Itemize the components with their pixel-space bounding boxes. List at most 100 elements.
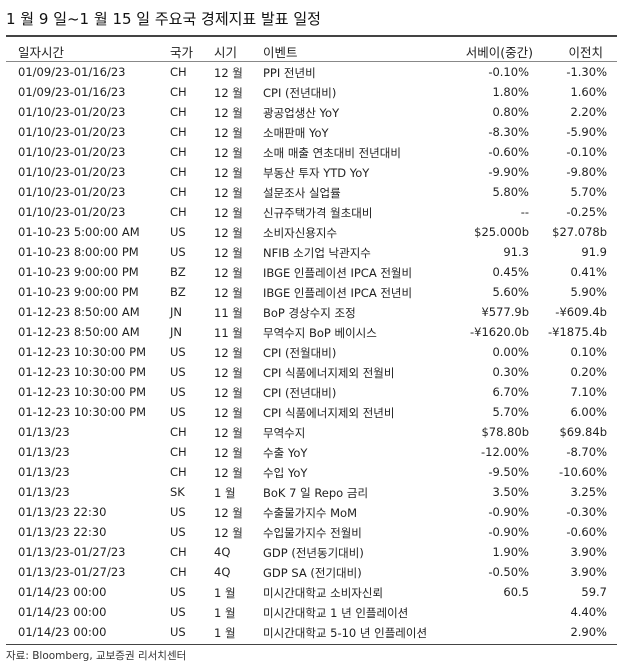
header-prior: 이전치 [568,45,603,60]
cell-datetime: 01-10-23 9:00:00 PM [18,265,139,279]
cell-datetime: 01-12-23 8:50:00 AM [18,305,140,319]
cell-period: 12 월 [214,86,243,100]
cell-prior: 3.90% [570,565,607,579]
cell-estimate: -0.10% [488,65,529,79]
cell-estimate: -- [520,205,529,219]
cell-event: CPI 식품에너지제외 전월비 [263,366,395,380]
table-row: 01/10/23-01/20/23 CH 12 월 소매판매 YoY -8.30% -5.… [6,122,617,142]
table-row: 01/13/23 CH 12 월 무역수지 $78.80b $69.84b [6,422,617,442]
cell-datetime: 01-10-23 9:00:00 PM [18,285,139,299]
cell-country: US [170,365,186,379]
economic-calendar: 1 월 9 일~1 월 15 일 주요국 경제지표 발표 일정 일자시간 국가 … [0,0,623,669]
cell-prior: -0.10% [566,145,607,159]
cell-event: 소비자신용지수 [263,226,338,240]
cell-period: 12 월 [214,286,243,300]
cell-period: 12 월 [214,426,243,440]
cell-event: 광공업생산 YoY [263,106,340,120]
cell-prior: -8.70% [566,445,607,459]
cell-country: CH [170,105,187,119]
cell-event: CPI (전년대비) [263,86,337,100]
cell-event: 미시간대학교 5-10 년 인플레이션 [263,626,428,640]
cell-event: IBGE 인플레이션 IPCA 전월비 [263,266,413,280]
cell-period: 12 월 [214,386,243,400]
cell-event: 수출물가지수 MoM [263,506,358,520]
cell-country: CH [170,445,187,459]
cell-datetime: 01-12-23 10:30:00 PM [18,385,147,399]
table-row: 01/13/23-01/27/23 CH 4Q GDP (전년동기대비) 1.90% 3.… [6,542,617,562]
cell-country: US [170,605,186,619]
cell-estimate: 5.60% [492,285,529,299]
page-title: 1 월 9 일~1 월 15 일 주요국 경제지표 발표 일정 [6,10,321,28]
table-row: 01/10/23-01/20/23 CH 12 월 설문조사 실업률 5.80% 5.70… [6,182,617,202]
cell-event: NFIB 소기업 낙관지수 [263,246,371,260]
cell-prior: 91.9 [581,245,607,259]
cell-event: BoP 경상수지 조정 [263,306,356,320]
cell-estimate: $78.80b [481,425,529,439]
cell-event: 신규주택가격 월초대비 [263,206,373,220]
table-row: 01-10-23 9:00:00 PM BZ 12 월 IBGE 인플레이션 IPCA… [6,262,617,282]
cell-datetime: 01/13/23 [18,465,70,479]
cell-country: US [170,585,186,599]
cell-country: US [170,345,186,359]
table-row: 01/10/23-01/20/23 CH 12 월 광공업생산 YoY 0.80% 2.2… [6,102,617,122]
cell-estimate: 5.70% [492,405,529,419]
cell-country: CH [170,85,187,99]
cell-estimate: -9.90% [488,165,529,179]
cell-datetime: 01/10/23-01/20/23 [18,145,126,159]
table-row: 01-10-23 9:00:00 PM BZ 12 월 IBGE 인플레이션 IPCA… [6,282,617,302]
cell-country: CH [170,185,187,199]
cell-estimate: 6.70% [492,385,529,399]
cell-event: 수출 YoY [263,446,308,460]
cell-datetime: 01-12-23 10:30:00 PM [18,365,147,379]
table-body: 01/09/23-01/16/23 CH 12 월 PPI 전년비 -0.10% -1.3… [6,62,617,642]
cell-estimate: -0.60% [488,145,529,159]
cell-event: CPI (전년대비) [263,386,337,400]
cell-country: CH [170,565,187,579]
cell-period: 12 월 [214,446,243,460]
header-period: 시기 [214,45,238,60]
cell-estimate: -¥1620.0b [469,325,529,339]
cell-datetime: 01/10/23-01/20/23 [18,105,126,119]
cell-estimate: 91.3 [503,245,529,259]
cell-estimate: 1.90% [492,545,529,559]
cell-event: CPI 식품에너지제외 전년비 [263,406,395,420]
cell-period: 12 월 [214,66,243,80]
cell-period: 12 월 [214,226,243,240]
cell-period: 12 월 [214,206,243,220]
cell-prior: 59.7 [581,585,607,599]
cell-prior: 0.41% [570,265,607,279]
cell-datetime: 01/13/23 [18,425,70,439]
cell-datetime: 01/13/23 22:30 [18,525,107,539]
table-row: 01-12-23 8:50:00 AM JN 11 월 무역수지 BoP 베이시스 -¥… [6,322,617,342]
table-row: 01/09/23-01/16/23 CH 12 월 PPI 전년비 -0.10% -1.3… [6,62,617,82]
source-note: 자료: Bloomberg, 교보증권 리서치센터 [6,650,187,662]
cell-prior: -10.60% [559,465,607,479]
cell-datetime: 01/09/23-01/16/23 [18,85,126,99]
cell-estimate: 3.50% [492,485,529,499]
table-row: 01-12-23 10:30:00 PM US 12 월 CPI (전월대비) 0.00… [6,342,617,362]
cell-datetime: 01/10/23-01/20/23 [18,185,126,199]
cell-period: 11 월 [214,306,243,320]
cell-prior: -5.90% [566,125,607,139]
cell-country: CH [170,65,187,79]
cell-period: 12 월 [214,506,243,520]
cell-period: 12 월 [214,166,243,180]
table-row: 01/09/23-01/16/23 CH 12 월 CPI (전년대비) 1.80% 1.… [6,82,617,102]
table-row: 01/10/23-01/20/23 CH 12 월 부동산 투자 YTD YoY -9.… [6,162,617,182]
table-row: 01/13/23 22:30 US 12 월 수출물가지수 MoM -0.90% -0.3… [6,502,617,522]
cell-estimate: 0.00% [492,345,529,359]
cell-prior: -¥1875.4b [547,325,607,339]
cell-period: 11 월 [214,326,243,340]
cell-period: 12 월 [214,106,243,120]
cell-estimate: $25.000b [474,225,529,239]
cell-datetime: 01/14/23 00:00 [18,585,107,599]
cell-event: 무역수지 [263,426,306,440]
cell-event: PPI 전년비 [263,66,316,80]
cell-datetime: 01/09/23-01/16/23 [18,65,126,79]
cell-prior: 4.40% [570,605,607,619]
table-row: 01/13/23 22:30 US 12 월 수입물가지수 전월비 -0.90% -0.6… [6,522,617,542]
cell-event: CPI (전월대비) [263,346,337,360]
cell-country: JN [170,305,182,319]
cell-datetime: 01-12-23 8:50:00 AM [18,325,140,339]
cell-period: 12 월 [214,146,243,160]
